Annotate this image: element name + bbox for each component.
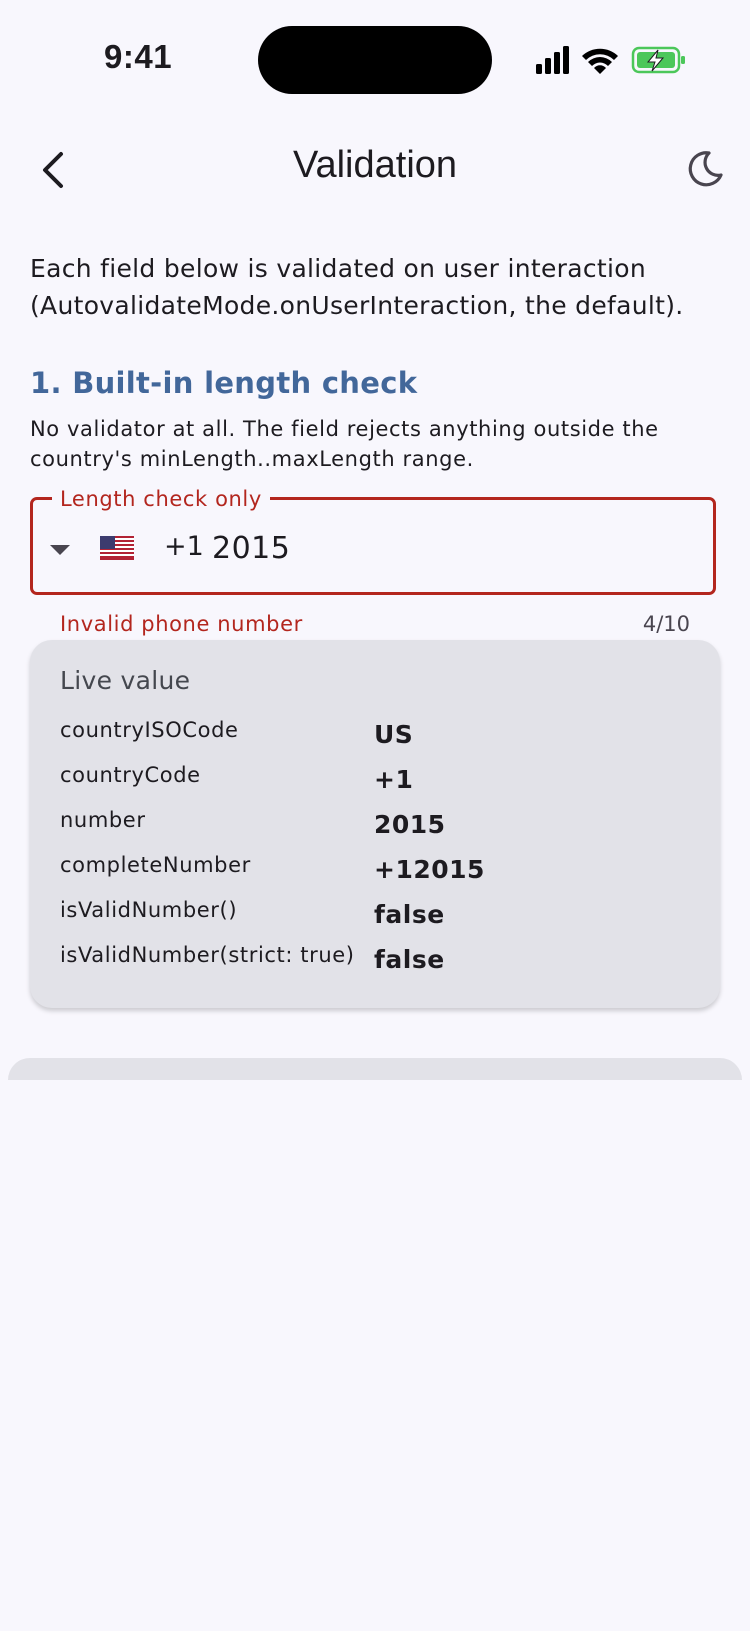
character-counter: 4/10 bbox=[642, 612, 690, 636]
live-value-key: countryCode bbox=[60, 763, 201, 787]
intro-text: Each field below is validated on user in… bbox=[30, 254, 684, 320]
phone-field-label: Length check only bbox=[52, 486, 270, 512]
moon-icon bbox=[688, 151, 723, 187]
country-dropdown-icon[interactable] bbox=[50, 545, 70, 555]
live-value-key: isValidNumber(strict: true) bbox=[60, 943, 355, 967]
live-value-value: 2015 bbox=[374, 810, 446, 839]
status-time: 9:41 bbox=[104, 38, 173, 75]
dynamic-island bbox=[258, 26, 492, 94]
live-value-key: number bbox=[60, 808, 146, 832]
us-flag-icon[interactable] bbox=[100, 536, 134, 560]
dial-code[interactable]: +1 bbox=[164, 531, 204, 562]
live-value-value: false bbox=[374, 900, 445, 929]
status-icons bbox=[536, 44, 686, 76]
section-title: 1. Built-in length check bbox=[30, 366, 418, 400]
field-error-text: Invalid phone number bbox=[60, 612, 303, 636]
live-value-value: +1 bbox=[374, 765, 414, 794]
live-value-key: countryISOCode bbox=[60, 718, 239, 742]
theme-toggle-button[interactable] bbox=[680, 144, 730, 194]
live-value-value: false bbox=[374, 945, 445, 974]
live-value-value: US bbox=[374, 720, 414, 749]
live-value-title: Live value bbox=[60, 666, 191, 695]
live-value-value: +12015 bbox=[374, 855, 485, 884]
next-section-card bbox=[8, 1058, 742, 1080]
live-value-key: isValidNumber() bbox=[60, 898, 238, 922]
live-value-key: completeNumber bbox=[60, 853, 251, 877]
wifi-icon bbox=[582, 48, 618, 74]
phone-number-input[interactable] bbox=[212, 528, 692, 568]
section-description: No validator at all. The field rejects a… bbox=[30, 417, 659, 471]
cellular-signal-icon bbox=[536, 46, 569, 74]
battery-charging-icon bbox=[631, 46, 685, 74]
page-title: Validation bbox=[292, 144, 458, 186]
